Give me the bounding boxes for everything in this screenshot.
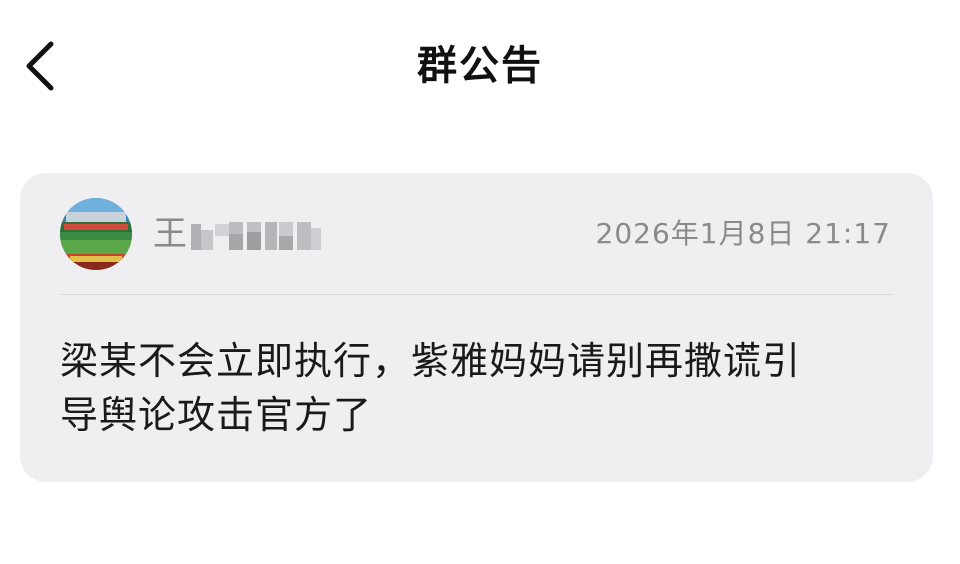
author-name-visible: 王 [153, 214, 187, 254]
announcement-card: 王 2026年1月8日 21:17 梁某不会立即执行，紫雅妈妈请别再撒谎引 导舆… [20, 173, 933, 482]
stadium-photo-avatar [60, 198, 132, 270]
author-name: 王 [153, 211, 323, 257]
author-avatar[interactable] [60, 198, 132, 270]
page-title: 群公告 [417, 43, 543, 89]
navigation-bar: 群公告 [0, 0, 960, 140]
obscured-name-mosaic [191, 222, 321, 250]
card-divider [60, 294, 893, 295]
post-timestamp: 2026年1月8日 21:17 [595, 217, 891, 250]
announcement-content: 梁某不会立即执行，紫雅妈妈请别再撒谎引 导舆论攻击官方了 [60, 339, 802, 437]
